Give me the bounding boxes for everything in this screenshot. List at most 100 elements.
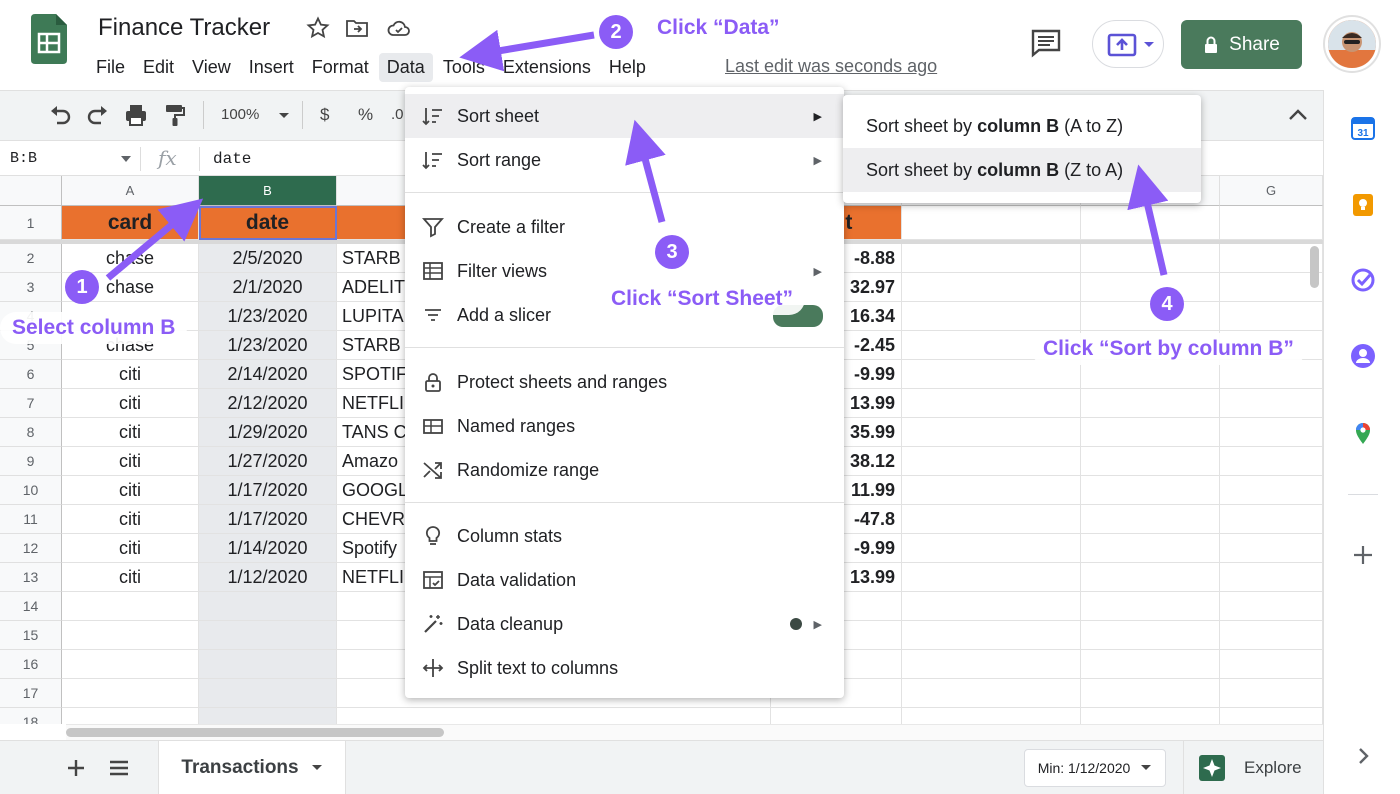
cell[interactable] xyxy=(902,206,1081,240)
cell-card[interactable]: citi xyxy=(62,418,199,447)
percent-format-button[interactable]: % xyxy=(358,105,373,125)
cell-date[interactable] xyxy=(199,650,337,679)
row-header[interactable]: 12 xyxy=(0,534,62,563)
data-menu-item-split-text-to-columns[interactable]: Split text to columns xyxy=(405,646,844,690)
cell-card[interactable]: citi xyxy=(62,476,199,505)
row-header[interactable]: 18 xyxy=(0,708,62,724)
collapse-toolbar-icon[interactable] xyxy=(1288,107,1308,121)
sheets-logo-icon[interactable] xyxy=(31,14,67,64)
decimal-button[interactable]: .0 xyxy=(391,106,404,123)
add-sheet-icon[interactable] xyxy=(66,758,86,778)
cell-card[interactable] xyxy=(62,708,199,724)
chevron-down-icon[interactable] xyxy=(121,156,131,163)
cell[interactable] xyxy=(902,302,1081,331)
data-menu-item-column-stats[interactable]: Column stats xyxy=(405,514,844,558)
cell[interactable] xyxy=(1081,418,1220,447)
cell-date[interactable]: 1/17/2020 xyxy=(199,476,337,505)
cell-date[interactable]: 1/29/2020 xyxy=(199,418,337,447)
menu-data[interactable]: Data xyxy=(378,52,433,82)
row-header[interactable]: 10 xyxy=(0,476,62,505)
cell[interactable] xyxy=(1220,418,1323,447)
cell-date[interactable]: 2/1/2020 xyxy=(199,273,337,302)
share-button[interactable]: Share xyxy=(1181,20,1302,69)
avatar[interactable] xyxy=(1325,17,1379,71)
menu-edit[interactable]: Edit xyxy=(135,53,182,82)
cell-card[interactable] xyxy=(62,592,199,621)
menu-file[interactable]: File xyxy=(88,53,133,82)
data-menu-item-sort-sheet[interactable]: Sort sheet ▶ xyxy=(405,94,844,138)
data-menu-item-sort-range[interactable]: Sort range ▶ xyxy=(405,138,844,182)
cell[interactable] xyxy=(1081,534,1220,563)
cell-date[interactable]: 1/27/2020 xyxy=(199,447,337,476)
row-header[interactable]: 13 xyxy=(0,563,62,592)
keep-icon[interactable] xyxy=(1350,192,1376,218)
explore-button[interactable]: Explore xyxy=(1183,741,1323,794)
cell[interactable] xyxy=(902,418,1081,447)
data-menu-item-randomize-range[interactable]: Randomize range xyxy=(405,448,844,492)
row-header[interactable]: 3 xyxy=(0,273,62,302)
cell[interactable] xyxy=(1220,476,1323,505)
last-edit-link[interactable]: Last edit was seconds ago xyxy=(725,56,937,77)
menu-format[interactable]: Format xyxy=(304,53,377,82)
cell-card[interactable]: citi xyxy=(62,505,199,534)
cell-date[interactable]: 1/17/2020 xyxy=(199,505,337,534)
cell[interactable] xyxy=(1220,244,1323,273)
cell[interactable] xyxy=(902,650,1081,679)
cell-card[interactable]: citi xyxy=(62,389,199,418)
cell[interactable] xyxy=(902,708,1081,724)
column-header-col-a[interactable]: A xyxy=(62,176,199,206)
row-header[interactable]: 9 xyxy=(0,447,62,476)
name-box[interactable]: B:B xyxy=(10,150,37,167)
cell-card[interactable]: chase xyxy=(62,244,199,273)
cell[interactable] xyxy=(1081,244,1220,273)
cell[interactable] xyxy=(1220,389,1323,418)
cell[interactable] xyxy=(902,505,1081,534)
cell[interactable] xyxy=(902,563,1081,592)
cell-amount[interactable] xyxy=(771,708,902,724)
header-cell-date[interactable]: date xyxy=(199,206,337,240)
cell[interactable] xyxy=(1220,447,1323,476)
cell[interactable] xyxy=(1220,302,1323,331)
row-header[interactable]: 8 xyxy=(0,418,62,447)
cell-date[interactable]: 1/23/2020 xyxy=(199,331,337,360)
move-folder-icon[interactable] xyxy=(345,16,369,40)
row-header[interactable]: 15 xyxy=(0,621,62,650)
row-header[interactable]: 1 xyxy=(0,206,62,240)
select-all-corner[interactable] xyxy=(0,176,62,206)
sheet-tab-transactions[interactable]: Transactions xyxy=(158,741,346,794)
header-cell-card[interactable]: card xyxy=(62,206,199,240)
row-header[interactable]: 6 xyxy=(0,360,62,389)
row-header[interactable]: 17 xyxy=(0,679,62,708)
all-sheets-icon[interactable] xyxy=(109,759,129,777)
horizontal-scrollbar[interactable] xyxy=(66,724,1323,740)
formula-input[interactable]: date xyxy=(213,150,251,168)
cell-date[interactable] xyxy=(199,621,337,650)
cell[interactable] xyxy=(1081,389,1220,418)
star-icon[interactable] xyxy=(306,16,330,40)
cell-date[interactable] xyxy=(199,592,337,621)
sort-z-to-a-option[interactable]: Sort sheet by column B (Z to A) xyxy=(843,148,1201,192)
cell-date[interactable] xyxy=(199,708,337,724)
cell-card[interactable]: citi xyxy=(62,563,199,592)
cell-date[interactable]: 2/14/2020 xyxy=(199,360,337,389)
column-header-col-b[interactable]: B xyxy=(199,176,337,206)
cell[interactable] xyxy=(902,592,1081,621)
paint-format-icon[interactable] xyxy=(164,103,186,127)
cell[interactable] xyxy=(902,476,1081,505)
cell[interactable] xyxy=(1081,476,1220,505)
cell-date[interactable]: 2/5/2020 xyxy=(199,244,337,273)
data-menu-item-data-cleanup[interactable]: Data cleanup ▶ xyxy=(405,602,844,646)
cell-description[interactable] xyxy=(337,708,771,724)
data-menu-item-protect-sheets-and-ranges[interactable]: Protect sheets and ranges xyxy=(405,360,844,404)
tasks-icon[interactable] xyxy=(1350,267,1376,293)
menu-tools[interactable]: Tools xyxy=(435,53,493,82)
cell[interactable] xyxy=(902,679,1081,708)
selection-stats[interactable]: Min: 1/12/2020 xyxy=(1024,749,1166,787)
cell-card[interactable]: citi xyxy=(62,534,199,563)
cell-card[interactable]: citi xyxy=(62,360,199,389)
cell[interactable] xyxy=(1081,447,1220,476)
add-icon[interactable] xyxy=(1350,542,1376,568)
cell-date[interactable]: 1/12/2020 xyxy=(199,563,337,592)
cell[interactable] xyxy=(1220,206,1323,240)
row-header[interactable]: 7 xyxy=(0,389,62,418)
